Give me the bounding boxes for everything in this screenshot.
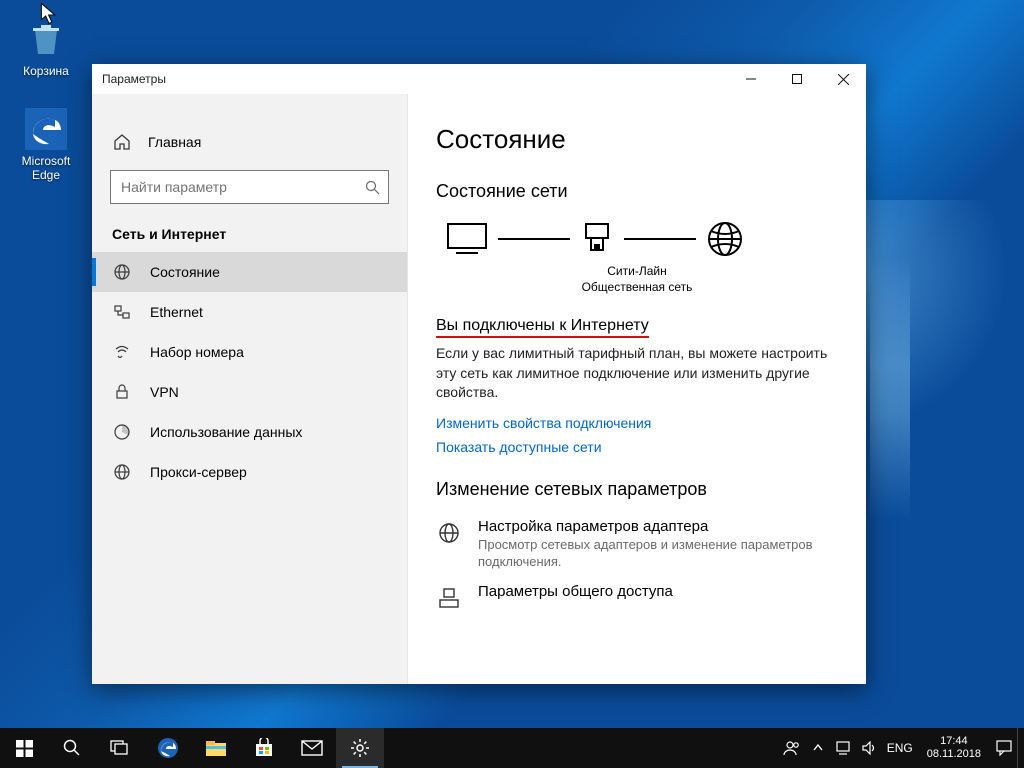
close-button[interactable] xyxy=(820,64,866,94)
home-icon xyxy=(112,132,132,152)
sharing-title: Параметры общего доступа xyxy=(478,583,673,600)
pc-icon xyxy=(446,222,488,256)
mouse-cursor xyxy=(40,3,57,26)
sidebar-item-proxy[interactable]: Прокси-сервер xyxy=(92,452,407,492)
router-icon xyxy=(580,222,614,256)
taskbar-explorer[interactable] xyxy=(192,728,240,768)
sidebar-item-label: Прокси-сервер xyxy=(150,464,247,480)
edge-icon[interactable]: Microsoft Edge xyxy=(8,108,84,182)
connection-type: Общественная сеть xyxy=(436,280,838,296)
sidebar-item-vpn[interactable]: VPN xyxy=(92,372,407,412)
sidebar-item-label: Набор номера xyxy=(150,344,244,360)
sharing-icon xyxy=(436,585,462,611)
taskbar-settings[interactable] xyxy=(336,728,384,768)
connector-line xyxy=(624,238,696,240)
dialup-icon xyxy=(112,342,132,362)
sidebar-item-status[interactable]: Состояние xyxy=(92,252,407,292)
content-pane: Состояние Состояние сети Сити-Лайн Общес… xyxy=(408,94,866,684)
taskbar: ENG 17:44 08.11.2018 xyxy=(0,728,1024,768)
vpn-icon xyxy=(112,382,132,402)
show-desktop-button[interactable] xyxy=(1017,728,1024,768)
search-box[interactable] xyxy=(110,170,389,204)
taskbar-store[interactable] xyxy=(240,728,288,768)
taskview-button[interactable] xyxy=(96,728,144,768)
connector-line xyxy=(498,238,570,240)
proxy-icon xyxy=(112,462,132,482)
clock[interactable]: 17:44 08.11.2018 xyxy=(917,735,991,761)
network-status-heading: Состояние сети xyxy=(436,181,838,202)
change-settings-heading: Изменение сетевых параметров xyxy=(436,479,838,500)
tray-chevron-icon[interactable] xyxy=(805,728,831,768)
search-icon xyxy=(365,180,380,195)
maximize-button[interactable] xyxy=(774,64,820,94)
taskbar-mail[interactable] xyxy=(288,728,336,768)
search-button[interactable] xyxy=(48,728,96,768)
home-label: Главная xyxy=(148,134,201,150)
sidebar-section: Сеть и Интернет xyxy=(92,226,407,252)
sharing-options[interactable]: Параметры общего доступа xyxy=(436,583,838,611)
sidebar-item-label: Ethernet xyxy=(150,304,203,320)
sidebar-item-datausage[interactable]: Использование данных xyxy=(92,412,407,452)
clock-date: 08.11.2018 xyxy=(927,748,981,761)
start-button[interactable] xyxy=(0,728,48,768)
network-tray-icon[interactable] xyxy=(831,728,857,768)
globe-icon xyxy=(112,262,132,282)
system-tray: ENG 17:44 08.11.2018 xyxy=(779,728,1024,768)
connected-description: Если у вас лимитный тарифный план, вы мо… xyxy=(436,344,836,403)
connected-heading: Вы подключены к Интернету xyxy=(436,317,649,338)
edge-label-1: Microsoft xyxy=(8,154,84,168)
sidebar-item-label: Состояние xyxy=(150,264,220,280)
search-input[interactable] xyxy=(119,178,365,196)
show-networks-link[interactable]: Показать доступные сети xyxy=(436,439,838,455)
language-indicator[interactable]: ENG xyxy=(883,728,917,768)
sidebar: Главная Сеть и Интернет Состояние Ethern… xyxy=(92,94,408,684)
action-center-icon[interactable] xyxy=(991,728,1017,768)
connection-name: Сити-Лайн xyxy=(436,264,838,280)
volume-tray-icon[interactable] xyxy=(857,728,883,768)
internet-globe-icon xyxy=(706,220,744,258)
adapter-desc: Просмотр сетевых адаптеров и изменение п… xyxy=(478,537,838,571)
sidebar-item-ethernet[interactable]: Ethernet xyxy=(92,292,407,332)
edge-label-2: Edge xyxy=(8,168,84,182)
adapter-icon xyxy=(436,520,462,546)
change-connection-link[interactable]: Изменить свойства подключения xyxy=(436,415,838,431)
clock-time: 17:44 xyxy=(927,735,981,748)
adapter-title: Настройка параметров адаптера xyxy=(478,518,838,535)
data-usage-icon xyxy=(112,422,132,442)
page-title: Состояние xyxy=(436,124,838,155)
recycle-bin-label: Корзина xyxy=(8,64,84,78)
minimize-button[interactable] xyxy=(728,64,774,94)
taskbar-edge[interactable] xyxy=(144,728,192,768)
people-icon[interactable] xyxy=(779,728,805,768)
sidebar-item-label: Использование данных xyxy=(150,424,302,440)
diagram-label: Сити-Лайн Общественная сеть xyxy=(436,264,838,295)
titlebar[interactable]: Параметры xyxy=(92,64,866,94)
adapter-options[interactable]: Настройка параметров адаптера Просмотр с… xyxy=(436,518,838,571)
window-title: Параметры xyxy=(92,72,166,86)
network-diagram xyxy=(436,220,838,258)
recycle-bin-icon[interactable]: Корзина xyxy=(8,18,84,78)
sidebar-item-label: VPN xyxy=(150,384,179,400)
home-link[interactable]: Главная xyxy=(92,124,407,160)
settings-window: Параметры Главная Сеть xyxy=(92,64,866,684)
sidebar-item-dialup[interactable]: Набор номера xyxy=(92,332,407,372)
ethernet-icon xyxy=(112,302,132,322)
wallpaper-beam xyxy=(870,260,910,520)
desktop: Корзина Microsoft Edge Параметры xyxy=(0,0,1024,768)
